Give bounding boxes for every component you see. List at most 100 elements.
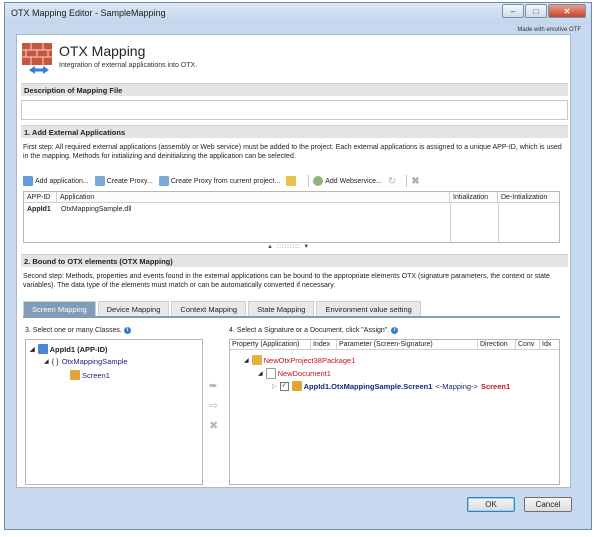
tree-node-member[interactable]: Screen1 <box>70 370 110 380</box>
right-label-text: 4. Select a Signature or a Document, cli… <box>229 327 390 334</box>
remove-icon: ✖ <box>209 420 219 432</box>
tree-node-class[interactable]: ◢ { } OtxMappingSample <box>44 357 128 366</box>
column-header-app-id[interactable]: APP-ID <box>24 192 57 203</box>
column-header-parameter[interactable]: Parameter (Screen-Signature) <box>337 340 478 350</box>
caption-buttons: – □ ✕ <box>501 4 586 18</box>
collapse-arrow-icon[interactable]: ◢ <box>44 358 49 365</box>
tab-state-mapping[interactable]: State Mapping <box>248 301 315 316</box>
webservice-icon <box>313 176 324 186</box>
applications-grid[interactable]: APP-ID Application Intialization De-Inti… <box>23 191 560 243</box>
column-header-property[interactable]: Property (Application) <box>230 340 311 350</box>
tree-node-app-label: AppId1 (APP-ID) <box>49 344 108 354</box>
page-title: OTX Mapping <box>59 43 146 59</box>
section-description: Description of Mapping File <box>21 83 568 96</box>
add-application-button[interactable]: Add application... <box>23 176 89 186</box>
tab-screen-mapping[interactable]: Screen Mapping <box>23 301 96 316</box>
main-panel: OTX Mapping Integration of external appl… <box>16 34 571 488</box>
mapping-tabs: Screen Mapping Device Mapping Context Ma… <box>23 301 423 316</box>
brand-label: Made with emotive OTF <box>517 27 581 33</box>
tree-node-document[interactable]: ◢ NewDocument1 <box>258 368 331 379</box>
column-header-application[interactable]: Application <box>57 192 450 203</box>
left-label-text: 3. Select one or many Classes. <box>25 327 122 334</box>
create-proxy-button[interactable]: Create Proxy... <box>94 176 153 186</box>
arrow-right-icon: ➨ <box>209 380 219 392</box>
refresh-button[interactable]: ↻ <box>388 176 396 187</box>
add-application-label: Add application... <box>35 177 89 185</box>
create-proxy-current-button[interactable]: Create Proxy from current project... <box>158 176 281 186</box>
add-application-icon <box>23 176 33 186</box>
collapse-arrow-icon[interactable]: ◢ <box>30 346 35 353</box>
proxy-current-icon <box>158 176 169 186</box>
grid-divider <box>498 203 499 242</box>
application-cell[interactable]: OtxMappingSample.dll <box>61 206 131 213</box>
expand-arrow-icon[interactable]: ▷ <box>272 383 277 390</box>
tree-node-class-label: OtxMappingSample <box>61 357 128 366</box>
cancel-button[interactable]: Cancel <box>524 497 572 512</box>
tree-node-package[interactable]: ◢ NewOtxProject38Package1 <box>244 355 355 365</box>
namespace-icon: { } <box>51 357 59 366</box>
description-input[interactable] <box>21 100 568 120</box>
property-icon <box>70 370 80 380</box>
add-webservice-label: Add Webservice... <box>325 177 382 185</box>
signature-tree[interactable]: Property (Application) Index Parameter (… <box>229 339 560 485</box>
assign-next-button[interactable]: ⇨ <box>209 399 218 412</box>
step1-text: First step: All required external applic… <box>23 144 562 160</box>
tab-device-mapping[interactable]: Device Mapping <box>97 301 170 316</box>
section-external-apps: 1. Add External Applications <box>21 125 568 138</box>
tree-node-app[interactable]: ◢ AppId1 (APP-ID) <box>30 344 108 354</box>
collapse-arrow-icon[interactable]: ◢ <box>258 370 263 377</box>
right-label: 4. Select a Signature or a Document, cli… <box>229 327 399 334</box>
mapping-arrow-label: <-Mapping-> <box>435 381 478 391</box>
column-header-initialization[interactable]: Intialization <box>450 192 498 203</box>
classes-tree[interactable]: ◢ AppId1 (APP-ID) ◢ { } OtxMappingSample… <box>25 339 203 485</box>
delete-button[interactable]: ✖ <box>411 176 419 187</box>
info-icon: i <box>123 327 131 334</box>
delete-icon: ✖ <box>411 175 420 187</box>
tree-node-package-label: NewOtxProject38Package1 <box>263 355 356 365</box>
create-proxy-label: Create Proxy... <box>106 177 153 185</box>
create-proxy-current-label: Create Proxy from current project... <box>170 177 281 185</box>
close-button[interactable]: ✕ <box>548 4 586 18</box>
tab-environment-value-setting[interactable]: Environment value setting <box>316 301 421 316</box>
column-header-direction[interactable]: Direction <box>478 340 516 350</box>
mapping-icon <box>291 381 302 391</box>
tree-node-mapping[interactable]: ▷ ✓ AppId1.OtxMappingSample.Screen1 <-Ma… <box>272 381 510 391</box>
splitter-handle[interactable]: ▲ ::::::::: ▼ <box>267 244 310 250</box>
section-bound: 2. Bound to OTX elements (OTX Mapping) <box>21 254 568 267</box>
tab-underline <box>23 316 560 318</box>
apps-toolbar: Add application... Create Proxy... Creat… <box>23 174 426 188</box>
refresh-icon: ↻ <box>387 175 397 187</box>
column-header-conv[interactable]: Conv <box>516 340 540 350</box>
add-webservice-button[interactable]: Add Webservice... <box>313 176 382 186</box>
app-id-cell[interactable]: AppId1 <box>27 206 51 213</box>
package-icon <box>251 355 262 365</box>
application-icon <box>37 344 48 354</box>
checkbox[interactable]: ✓ <box>279 381 289 391</box>
close-icon: ✕ <box>563 6 571 16</box>
maximize-icon: □ <box>533 6 539 16</box>
tree-node-document-label: NewDocument1 <box>277 369 331 378</box>
title-bar[interactable]: OTX Mapping Editor - SampleMapping – □ ✕ <box>5 3 591 25</box>
minimize-button[interactable]: – <box>502 4 524 18</box>
mapping-source-label: AppId1.OtxMappingSample.Screen1 <box>303 381 433 391</box>
ok-button[interactable]: OK <box>467 497 515 512</box>
info-icon: i <box>391 327 399 334</box>
assign-button[interactable]: ➨ <box>209 379 218 392</box>
column-header-idx[interactable]: Idx <box>540 340 559 350</box>
column-header-index[interactable]: Index <box>311 340 337 350</box>
tab-context-mapping[interactable]: Context Mapping <box>171 301 247 316</box>
grid-divider <box>450 203 451 242</box>
brick-wall-icon <box>22 43 52 74</box>
arrow-right-outline-icon: ⇨ <box>209 400 219 412</box>
collapse-arrow-icon[interactable]: ◢ <box>244 357 249 364</box>
column-header-deinitialization[interactable]: De-Intialization <box>498 192 559 203</box>
mapping-target-label: Screen1 <box>480 381 511 391</box>
maximize-button[interactable]: □ <box>525 4 547 18</box>
unassign-button[interactable]: ✖ <box>209 419 218 432</box>
folder-icon <box>286 176 297 186</box>
proxy-icon <box>94 176 105 186</box>
open-folder-button[interactable] <box>286 176 298 186</box>
minimize-icon: – <box>510 6 516 16</box>
step2-text: Second step: Methods, properties and eve… <box>23 273 550 289</box>
tree-node-member-label: Screen1 <box>82 370 110 380</box>
